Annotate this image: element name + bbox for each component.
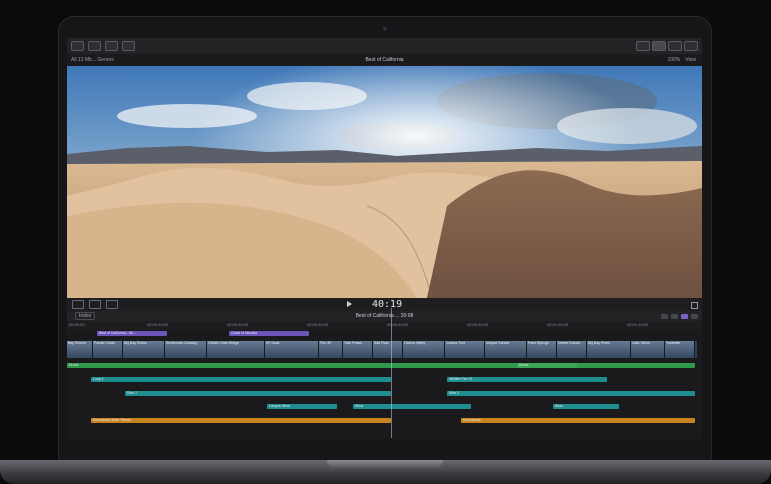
project-title: Best of California	[365, 57, 404, 63]
timeline-area[interactable]: Best of California - Wi... Coast of Neva…	[67, 330, 702, 439]
viewer-info-bar: All 13 Mb... Genres Best of California 1…	[67, 54, 702, 66]
video-clip[interactable]: Twin Peaks	[343, 341, 373, 358]
timeline-header: Index Best of California ... 20:08	[67, 311, 702, 321]
view-options-button[interactable]	[72, 300, 84, 309]
check-button[interactable]	[105, 41, 118, 51]
play-icon[interactable]	[347, 301, 352, 307]
video-clip[interactable]: Mojave Sunset	[485, 341, 527, 358]
video-clip[interactable]: Bay Shores	[67, 341, 93, 358]
video-clip[interactable]: Owens Valley	[403, 341, 445, 358]
timecode-display[interactable]: 40:19	[372, 298, 402, 311]
video-clip[interactable]: Palm Springs	[527, 341, 557, 358]
video-clip[interactable]: Yosemite	[665, 341, 695, 358]
audio-clip[interactable]: Soundtrack Main Theme	[91, 418, 391, 423]
app-window: All 13 Mb... Genres Best of California 1…	[67, 38, 702, 439]
connected-clip-teal[interactable]: Ride 3	[447, 391, 695, 396]
video-clip[interactable]: Desert Sunset	[557, 341, 587, 358]
title-clip[interactable]: Best of California - Wi...	[97, 331, 167, 336]
video-clip[interactable]: Redwoods Crossing	[165, 341, 207, 358]
timeline-title: Best of California ... 20:08	[355, 313, 414, 319]
connected-clip-teal[interactable]: Loop 1	[91, 377, 391, 382]
workspace-switcher	[634, 41, 698, 51]
timeline-duration: ... 20:08	[395, 313, 414, 319]
connected-clip-teal[interactable]: Wind	[353, 404, 471, 409]
import-button[interactable]	[71, 41, 84, 51]
video-clip[interactable]: Salt Flats	[373, 341, 403, 358]
connected-clip-green[interactable]: Drone	[517, 363, 577, 368]
title-clip[interactable]: Coast of Nevada	[229, 331, 309, 336]
ruler-tick: 00:01:00:00	[547, 322, 569, 327]
video-clip[interactable]: Lake Tahoe	[631, 341, 665, 358]
ruler-tick: 00:01:10:00	[627, 322, 649, 327]
video-clip[interactable]: Golden Gate Bridge	[207, 341, 265, 358]
video-clip[interactable]: Big Bay Rocks	[123, 341, 165, 358]
connected-clip-teal[interactable]: Birds	[553, 404, 619, 409]
playhead[interactable]	[391, 308, 392, 438]
video-clip[interactable]: Big Bay Pines	[587, 341, 631, 358]
ruler-tick: 00:00:10:00	[147, 322, 169, 327]
ruler-tick: 00:00:50:00	[467, 322, 489, 327]
laptop-notch	[327, 460, 443, 468]
ruler-tick: 00:00:20:00	[227, 322, 249, 327]
transport-bar: 40:19	[67, 298, 702, 311]
video-clip[interactable]: SF Dusk	[265, 341, 319, 358]
inspector-toggle[interactable]	[668, 41, 682, 51]
fullscreen-icon[interactable]	[691, 302, 698, 309]
ruler-tick: 00:00:30:00	[307, 322, 329, 327]
connected-clip-teal[interactable]: Ride 2	[125, 391, 391, 396]
connected-clip-green[interactable]: Drone	[67, 363, 695, 368]
ruler-tick: 00:00:00	[69, 322, 85, 327]
video-viewer[interactable]	[67, 66, 702, 298]
share-button[interactable]	[122, 41, 135, 51]
video-clip[interactable]: Joshua Tree	[445, 341, 485, 358]
tools-menu[interactable]	[89, 300, 101, 309]
connected-clip-teal[interactable]: Canyon Wind	[267, 404, 337, 409]
browser-toggle[interactable]	[636, 41, 650, 51]
video-clip[interactable]: Pacific Coast	[93, 341, 123, 358]
export-button[interactable]	[684, 41, 698, 51]
desert-frame-image	[67, 66, 702, 298]
connected-clip-teal[interactable]: Wildlife Pan 02	[447, 377, 607, 382]
timeline-toggle[interactable]	[652, 41, 666, 51]
audio-clip[interactable]: Soundtrack	[461, 418, 695, 423]
key-button[interactable]	[88, 41, 101, 51]
speed-menu[interactable]	[106, 300, 118, 309]
top-toolbar	[67, 38, 702, 54]
timeline-ruler[interactable]: 00:00:00 00:00:10:00 00:00:20:00 00:00:3…	[67, 321, 702, 330]
video-clip[interactable]: Pier 39	[319, 341, 343, 358]
camera-icon	[383, 27, 387, 31]
